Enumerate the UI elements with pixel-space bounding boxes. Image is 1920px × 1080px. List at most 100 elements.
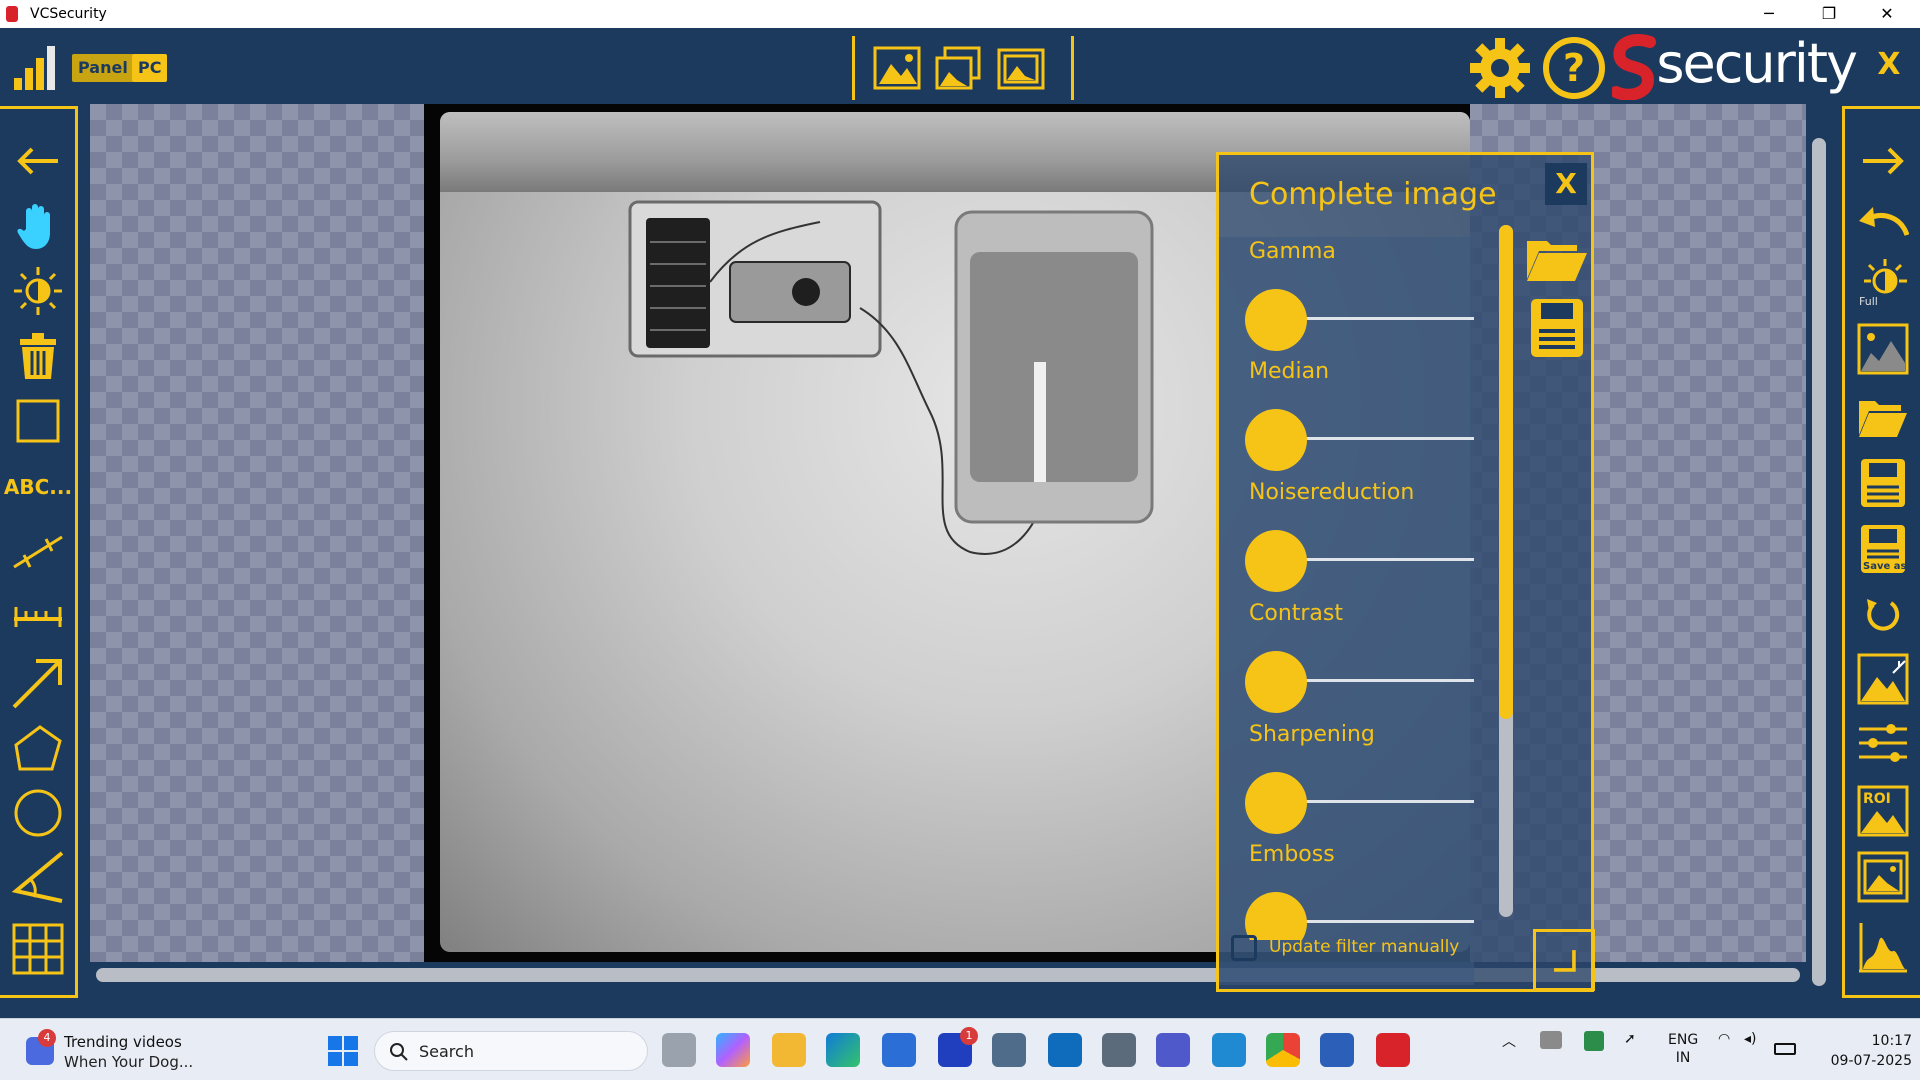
clock-date: 09-07-2025	[1830, 1053, 1912, 1069]
filter-median: Median	[1219, 357, 1474, 477]
chrome-icon[interactable]	[1266, 1033, 1300, 1067]
panel-scrollbar-thumb[interactable]	[1499, 225, 1513, 719]
roi-enhance-icon[interactable]: ROI	[1853, 785, 1913, 837]
save-as-icon[interactable]: Save as	[1853, 523, 1913, 575]
rotate-icon[interactable]	[1853, 589, 1913, 641]
vscode-icon[interactable]	[1212, 1033, 1246, 1067]
vertical-scrollbar[interactable]	[1812, 138, 1826, 986]
signal-strength-icon	[14, 46, 66, 90]
panel-close-button[interactable]: X	[1545, 163, 1587, 205]
webex-icon[interactable]	[1320, 1033, 1354, 1067]
vcsecurity-taskbar-icon[interactable]	[1376, 1033, 1410, 1067]
edge-browser-icon[interactable]	[826, 1033, 860, 1067]
save-preset-icon[interactable]	[1527, 297, 1587, 359]
histogram-icon[interactable]	[1853, 921, 1913, 973]
outlook-icon[interactable]	[1048, 1033, 1082, 1067]
search-icon	[390, 1043, 408, 1061]
line-tool-icon[interactable]	[8, 525, 68, 577]
help-icon[interactable]: ?	[1542, 36, 1606, 100]
polygon-tool-icon[interactable]	[8, 723, 68, 775]
histogram-image-icon[interactable]	[1853, 323, 1913, 375]
clock-time: 10:17	[1871, 1033, 1912, 1049]
trash-icon[interactable]	[8, 329, 68, 381]
angle-tool-icon[interactable]	[8, 851, 68, 903]
ellipse-tool-icon[interactable]	[8, 787, 68, 839]
forward-arrow-icon[interactable]	[1853, 135, 1913, 187]
rectangle-tool-icon[interactable]	[8, 395, 68, 447]
slider-track[interactable]	[1289, 437, 1474, 440]
text-tool[interactable]: ABC...	[4, 461, 72, 513]
filter-label: Contrast	[1249, 601, 1344, 626]
compare-images-icon[interactable]	[935, 46, 983, 90]
panel-button[interactable]: Panel	[72, 54, 134, 82]
grid-tool-icon[interactable]	[8, 923, 68, 975]
app-l-icon[interactable]: 1	[938, 1027, 978, 1067]
minimize-button[interactable]: ─	[1740, 0, 1798, 28]
slider-track[interactable]	[1289, 920, 1474, 923]
taskbar-search[interactable]: Search	[374, 1031, 648, 1071]
close-window-button[interactable]: ✕	[1858, 0, 1916, 28]
battery-icon[interactable]	[1774, 1043, 1796, 1055]
slider-track[interactable]	[1289, 558, 1474, 561]
image-frame-icon[interactable]	[1853, 851, 1913, 903]
file-explorer-icon[interactable]	[772, 1033, 806, 1067]
panel-scrollbar[interactable]	[1499, 225, 1513, 917]
search-placeholder: Search	[419, 1042, 474, 1061]
brand-name: security	[1656, 32, 1858, 95]
restore-button[interactable]: ❐	[1800, 0, 1858, 28]
slider-track[interactable]	[1289, 317, 1474, 320]
image-stack-icon[interactable]	[997, 46, 1045, 90]
news-title: Trending videos	[64, 1033, 182, 1051]
volume-icon[interactable]: ◂)	[1744, 1031, 1757, 1047]
save-as-label: Save as	[1863, 561, 1907, 572]
hand-pan-icon[interactable]	[8, 199, 68, 251]
slider-knob[interactable]	[1245, 772, 1307, 834]
tray-chevron-icon[interactable]: ︿	[1502, 1031, 1516, 1051]
window-titlebar: VCSecurity ─ ❐ ✕	[0, 0, 1920, 28]
onedrive-icon[interactable]	[1540, 1031, 1562, 1049]
copilot-icon[interactable]	[716, 1033, 750, 1067]
panel-resize-icon[interactable]	[1533, 929, 1595, 991]
slider-knob[interactable]	[1245, 409, 1307, 471]
open-folder-icon[interactable]	[1853, 391, 1913, 443]
news-badge: 4	[38, 1029, 56, 1047]
slider-track[interactable]	[1289, 800, 1474, 803]
pc-button[interactable]: PC	[132, 54, 168, 82]
back-arrow-icon[interactable]	[8, 135, 68, 187]
full-brightness-icon[interactable]: Full	[1853, 259, 1913, 311]
language-indicator[interactable]: ENG IN	[1668, 1031, 1698, 1067]
settings-gear-icon[interactable]	[1468, 36, 1532, 100]
close-app-button[interactable]: X	[1866, 42, 1912, 88]
magnifier-icon[interactable]	[1102, 1033, 1136, 1067]
filter-sharpening: Sharpening	[1219, 720, 1474, 840]
slider-knob[interactable]	[1245, 892, 1307, 940]
slider-knob[interactable]	[1245, 651, 1307, 713]
security-shield-icon[interactable]	[1584, 1031, 1604, 1051]
news-widget[interactable]: 4 Trending videos When Your Dog...	[22, 1029, 222, 1073]
slider-knob[interactable]	[1245, 530, 1307, 592]
windows-start-icon[interactable]	[328, 1036, 358, 1066]
filter-emboss: Emboss	[1219, 840, 1474, 940]
app-logo-icon	[6, 6, 18, 22]
load-preset-folder-icon[interactable]	[1525, 235, 1589, 285]
task-view-icon[interactable]	[662, 1033, 696, 1067]
store-icon[interactable]	[882, 1033, 916, 1067]
single-image-icon[interactable]	[873, 46, 921, 90]
save-icon[interactable]	[1853, 457, 1913, 509]
sliders-adjust-icon[interactable]	[1853, 717, 1913, 769]
undo-icon[interactable]	[1853, 195, 1913, 247]
teams-icon[interactable]	[1156, 1033, 1190, 1067]
filter-label: Sharpening	[1249, 722, 1375, 747]
filter-gamma: Gamma	[1219, 237, 1474, 357]
image-enhance-icon[interactable]	[1853, 653, 1913, 705]
wifi-icon[interactable]: ◠	[1718, 1031, 1730, 1047]
send-icon[interactable]: ➚	[1624, 1031, 1636, 1047]
slider-knob[interactable]	[1245, 289, 1307, 351]
network-tool-icon[interactable]	[992, 1033, 1026, 1067]
arrow-tool-icon[interactable]	[8, 657, 68, 709]
ruler-icon[interactable]	[8, 589, 68, 641]
system-clock[interactable]: 10:17 09-07-2025	[1816, 1031, 1912, 1071]
update-manually-checkbox[interactable]	[1231, 935, 1257, 961]
brightness-icon[interactable]	[8, 265, 68, 317]
slider-track[interactable]	[1289, 679, 1474, 682]
